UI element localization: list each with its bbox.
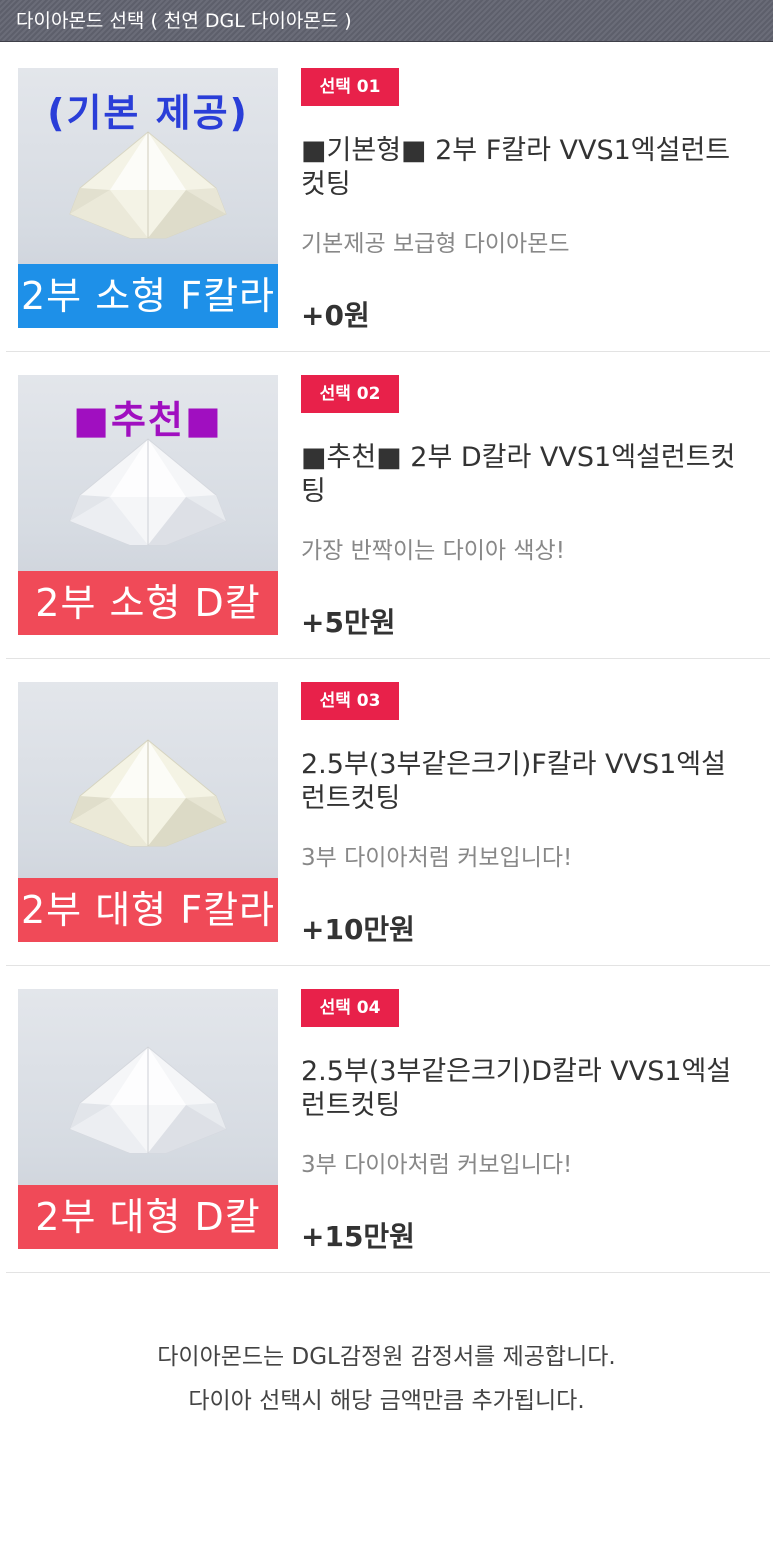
option-subtitle: 3부 다이아처럼 커보입니다! — [301, 1152, 573, 1178]
option-title: ■추천■ 2부 D칼라 VVS1엑설런트컷팅 — [301, 442, 736, 507]
thumbnail-label: (기본 제공) — [47, 91, 249, 135]
diamond-thumbnail: ■추천■ 2부 소형 D칼라 — [18, 375, 278, 635]
option-badge: 선택 04 — [301, 989, 399, 1027]
option-title: 2.5부(3부같은크기)F칼라 VVS1엑설런트컷팅 — [301, 749, 726, 814]
thumbnail-band: 2부 소형 D칼라 — [18, 571, 278, 635]
option-badge: 선택 02 — [301, 375, 399, 413]
diamond-thumbnail: 2부 대형 D칼라 — [18, 989, 278, 1249]
diamond-option-02[interactable]: ■추천■ 2부 소형 D칼라 선택 02 ■추천■ 2부 D칼라 VVS1엑설런… — [6, 353, 770, 659]
diamond-option-01[interactable]: (기본 제공) 2부 소형 F칼라 선택 01 ■기본형■ 2부 F칼라 VVS… — [6, 46, 770, 352]
section-header: 다이아몬드 선택 ( 천연 DGL 다이아몬드 ) — [0, 0, 773, 42]
section-title: 다이아몬드 선택 ( 천연 DGL 다이아몬드 ) — [16, 10, 352, 32]
footer-line-2: 다이아 선택시 해당 금액만큼 추가됩니다. — [188, 1388, 585, 1414]
option-subtitle: 기본제공 보급형 다이아몬드 — [301, 231, 570, 257]
option-badge: 선택 01 — [301, 68, 399, 106]
diamond-option-04[interactable]: 2부 대형 D칼라 선택 04 2.5부(3부같은크기)D칼라 VVS1엑설런트… — [6, 967, 770, 1273]
option-price: +15만원 — [301, 1220, 415, 1253]
option-price: +10만원 — [301, 913, 415, 946]
option-badge: 선택 03 — [301, 682, 399, 720]
footer-line-1: 다이아몬드는 DGL감정원 감정서를 제공합니다. — [157, 1344, 616, 1370]
option-price: +5만원 — [301, 606, 396, 639]
diamond-image — [69, 131, 227, 239]
diamond-option-03[interactable]: 2부 대형 F칼라 선택 03 2.5부(3부같은크기)F칼라 VVS1엑설런트… — [6, 660, 770, 966]
diamond-image — [69, 438, 227, 546]
diamond-thumbnail: (기본 제공) 2부 소형 F칼라 — [18, 68, 278, 328]
footer-notice: 다이아몬드는 DGL감정원 감정서를 제공합니다. 다이아 선택시 해당 금액만… — [0, 1335, 773, 1423]
option-subtitle: 3부 다이아처럼 커보입니다! — [301, 845, 573, 871]
diamond-image — [69, 1046, 227, 1154]
thumbnail-band: 2부 대형 F칼라 — [18, 878, 278, 942]
option-subtitle: 가장 반짝이는 다이아 색상! — [301, 538, 565, 564]
option-title: ■기본형■ 2부 F칼라 VVS1엑설런트컷팅 — [301, 135, 731, 200]
thumbnail-band: 2부 대형 D칼라 — [18, 1185, 278, 1249]
option-title: 2.5부(3부같은크기)D칼라 VVS1엑설런트컷팅 — [301, 1056, 732, 1121]
thumbnail-label: ■추천■ — [73, 398, 223, 442]
thumbnail-band: 2부 소형 F칼라 — [18, 264, 278, 328]
diamond-image — [69, 739, 227, 847]
diamond-thumbnail: 2부 대형 F칼라 — [18, 682, 278, 942]
option-price: +0원 — [301, 299, 370, 332]
